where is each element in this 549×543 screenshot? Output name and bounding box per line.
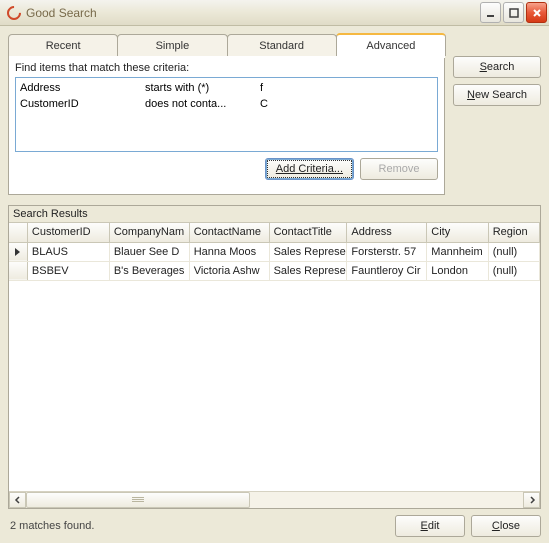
- cell[interactable]: BSBEV: [27, 261, 109, 280]
- criteria-condition: does not conta...: [145, 98, 260, 110]
- window-title: Good Search: [26, 6, 480, 20]
- col-header[interactable]: ContactTitle: [269, 223, 347, 242]
- close-window-button[interactable]: [526, 2, 547, 23]
- status-bar: 2 matches found. Edit Close: [8, 509, 541, 537]
- button-rest: dit: [428, 520, 440, 532]
- minimize-button[interactable]: [480, 2, 501, 23]
- button-ul: S: [480, 61, 487, 73]
- col-header[interactable]: Address: [347, 223, 427, 242]
- cell[interactable]: Sales Represe: [269, 242, 347, 261]
- criteria-value: C: [260, 98, 433, 110]
- row-indicator: [9, 242, 27, 261]
- table-row[interactable]: BLAUS Blauer See D Hanna Moos Sales Repr…: [9, 242, 540, 261]
- button-label: Add Criteria...: [276, 163, 343, 175]
- results-grid[interactable]: CustomerID CompanyNam ContactName Contac…: [9, 223, 540, 491]
- criteria-field: CustomerID: [20, 98, 145, 110]
- chevron-right-icon: [528, 496, 536, 504]
- cell[interactable]: Fauntleroy Cir: [347, 261, 427, 280]
- chevron-left-icon: [14, 496, 22, 504]
- criteria-field: Address: [20, 82, 145, 94]
- criteria-condition: starts with (*): [145, 82, 260, 94]
- cell[interactable]: Mannheim: [427, 242, 488, 261]
- table-row[interactable]: BSBEV B's Beverages Victoria Ashw Sales …: [9, 261, 540, 280]
- tab-standard[interactable]: Standard: [227, 34, 337, 56]
- tab-area: Recent Simple Standard Advanced Find ite…: [8, 34, 445, 195]
- new-search-button[interactable]: New Search: [453, 84, 541, 106]
- results-title: Search Results: [9, 206, 540, 223]
- button-rest: lose: [500, 520, 520, 532]
- criteria-value: f: [260, 82, 433, 94]
- scroll-thumb[interactable]: [26, 492, 250, 508]
- col-header[interactable]: ContactName: [189, 223, 269, 242]
- cell[interactable]: (null): [488, 242, 539, 261]
- tab-recent[interactable]: Recent: [8, 34, 118, 56]
- tab-label: Simple: [156, 40, 190, 52]
- window-controls: [480, 2, 547, 23]
- col-header[interactable]: CompanyNam: [109, 223, 189, 242]
- top-panel: Recent Simple Standard Advanced Find ite…: [8, 34, 541, 195]
- tab-label: Standard: [259, 40, 304, 52]
- cell[interactable]: Forsterstr. 57: [347, 242, 427, 261]
- close-button[interactable]: Close: [471, 515, 541, 537]
- tab-advanced[interactable]: Advanced: [336, 33, 446, 56]
- criteria-row[interactable]: CustomerID does not conta... C: [20, 96, 433, 112]
- status-text: 2 matches found.: [8, 520, 389, 532]
- button-label: Remove: [379, 163, 420, 175]
- side-buttons: Search New Search: [453, 34, 541, 195]
- button-ul: C: [492, 520, 500, 532]
- criteria-row[interactable]: Address starts with (*) f: [20, 80, 433, 96]
- edit-button[interactable]: Edit: [395, 515, 465, 537]
- row-header-corner: [9, 223, 27, 242]
- scroll-track[interactable]: [26, 492, 523, 508]
- cell[interactable]: B's Beverages: [109, 261, 189, 280]
- cell[interactable]: Hanna Moos: [189, 242, 269, 261]
- button-ul: N: [467, 89, 475, 101]
- scroll-right-button[interactable]: [523, 492, 540, 508]
- row-indicator: [9, 261, 27, 280]
- tab-simple[interactable]: Simple: [117, 34, 227, 56]
- client-area: Recent Simple Standard Advanced Find ite…: [0, 26, 549, 543]
- maximize-button[interactable]: [503, 2, 524, 23]
- tab-body: Find items that match these criteria: Ad…: [8, 55, 445, 195]
- remove-criteria-button: Remove: [360, 158, 438, 180]
- button-rest: ew Search: [475, 89, 527, 101]
- cell[interactable]: Blauer See D: [109, 242, 189, 261]
- tab-label: Advanced: [366, 40, 415, 52]
- scroll-left-button[interactable]: [9, 492, 26, 508]
- title-bar: Good Search: [0, 0, 549, 26]
- tab-strip: Recent Simple Standard Advanced: [8, 34, 445, 56]
- cell[interactable]: Sales Represe: [269, 261, 347, 280]
- app-icon: [6, 5, 22, 21]
- cell[interactable]: (null): [488, 261, 539, 280]
- button-ul: E: [421, 520, 428, 532]
- criteria-buttons: Add Criteria... Remove: [15, 158, 438, 180]
- col-header[interactable]: City: [427, 223, 488, 242]
- criteria-list[interactable]: Address starts with (*) f CustomerID doe…: [15, 77, 438, 152]
- header-row: CustomerID CompanyNam ContactName Contac…: [9, 223, 540, 242]
- cell[interactable]: Victoria Ashw: [189, 261, 269, 280]
- horizontal-scrollbar[interactable]: [9, 491, 540, 508]
- col-header[interactable]: CustomerID: [27, 223, 109, 242]
- results-panel: Search Results CustomerID CompanyNam Con…: [8, 205, 541, 509]
- add-criteria-button[interactable]: Add Criteria...: [265, 158, 354, 180]
- cell[interactable]: London: [427, 261, 488, 280]
- cell[interactable]: BLAUS: [27, 242, 109, 261]
- search-button[interactable]: Search: [453, 56, 541, 78]
- tab-label: Recent: [46, 40, 81, 52]
- col-header[interactable]: Region: [488, 223, 539, 242]
- criteria-label: Find items that match these criteria:: [15, 62, 438, 74]
